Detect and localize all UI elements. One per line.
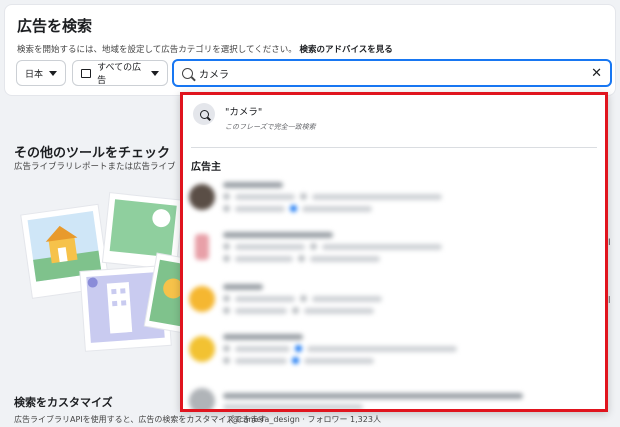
ig-icon [223,345,230,352]
advertiser-meta [223,403,523,409]
chevron-down-icon [49,70,57,76]
fb-icon [298,255,305,262]
tv-icon [81,68,92,78]
phrase-title: "カメラ" [225,107,263,118]
ad-category-value: すべての広告 [97,63,142,86]
ig-icon [310,243,317,250]
advertiser-meta [223,345,457,352]
chevron-down-icon [151,70,159,76]
advertisers-section-label: 広告主 [191,162,221,173]
advertiser-result[interactable] [189,277,599,321]
advertiser-meta [223,205,442,212]
advertiser-meta [223,357,457,364]
search-icon-badge [193,103,215,125]
page-title: 広告を検索 [17,17,93,35]
ig-icon [223,193,230,200]
avatar [189,388,215,409]
fb-icon [223,307,230,314]
advertiser-meta [223,193,442,200]
advertiser-info [223,284,382,314]
advertiser-info [223,334,457,364]
advertiser-meta [223,295,382,302]
country-value: 日本 [25,69,44,80]
advertiser-meta [223,255,442,262]
avatar [189,336,215,362]
advertiser-result[interactable] [189,327,599,371]
advertiser-meta [223,243,442,250]
gallery-illustration [20,192,200,352]
verified-icon [292,357,299,364]
advertiser-result[interactable] [189,379,599,409]
ig-icon [223,243,230,250]
search-suggestions-dropdown: "カメラ" このフレーズで完全一致検索 広告主 [180,92,608,412]
search-advice-link[interactable]: 検索のアドバイスを見る [299,45,392,55]
search-icon [199,109,209,119]
fb-icon [223,205,230,212]
search-input[interactable] [199,67,586,79]
avatar [189,286,215,312]
ig-icon [300,193,307,200]
advertiser-name-placeholder [223,284,263,290]
advertiser-info [223,232,442,262]
fb-icon [223,357,230,364]
partial-advertiser-handle: (@camera_design · フォロワー 1,323人 [228,415,381,424]
country-select[interactable]: 日本 [16,60,66,86]
exact-phrase-suggestion[interactable]: "カメラ" このフレーズで完全一致検索 [193,103,316,132]
advertiser-name-placeholder [223,182,283,188]
advertiser-info [223,392,523,409]
advertiser-result[interactable] [189,175,599,219]
partial-text: l [608,296,611,306]
advertiser-info [223,182,442,212]
advertiser-result[interactable] [189,225,599,269]
fb-icon [223,255,230,262]
avatar [189,184,215,210]
ig-icon [300,295,307,302]
ad-category-select[interactable]: すべての広告 [72,60,168,86]
phrase-subtitle: このフレーズで完全一致検索 [225,123,316,131]
customize-heading: 検索をカスタマイズ [14,396,113,409]
tools-heading: その他のツールをチェック [14,146,171,161]
search-instructions: 検索を開始するには、地域を設定して広告カテゴリを選択してください。 検索のアドバ… [17,43,393,55]
instructions-text: 検索を開始するには、地域を設定して広告カテゴリを選択してください。 [17,45,297,55]
avatar [195,234,209,260]
divider [191,147,597,148]
fb-icon [292,307,299,314]
verified-icon [295,345,302,352]
advertiser-name-placeholder [223,232,333,238]
search-field[interactable]: ✕ [172,59,612,87]
phrase-text-block: "カメラ" このフレーズで完全一致検索 [225,103,316,132]
close-icon[interactable]: ✕ [591,67,602,80]
tools-description: 広告ライブラリレポートまたは広告ライブ [14,162,176,172]
verified-icon [290,205,297,212]
advertiser-meta [223,307,382,314]
advertiser-name-placeholder [223,392,523,399]
search-icon [182,67,193,79]
advertiser-name-placeholder [223,334,303,340]
ig-icon [223,295,230,302]
partial-text: I [608,238,611,248]
